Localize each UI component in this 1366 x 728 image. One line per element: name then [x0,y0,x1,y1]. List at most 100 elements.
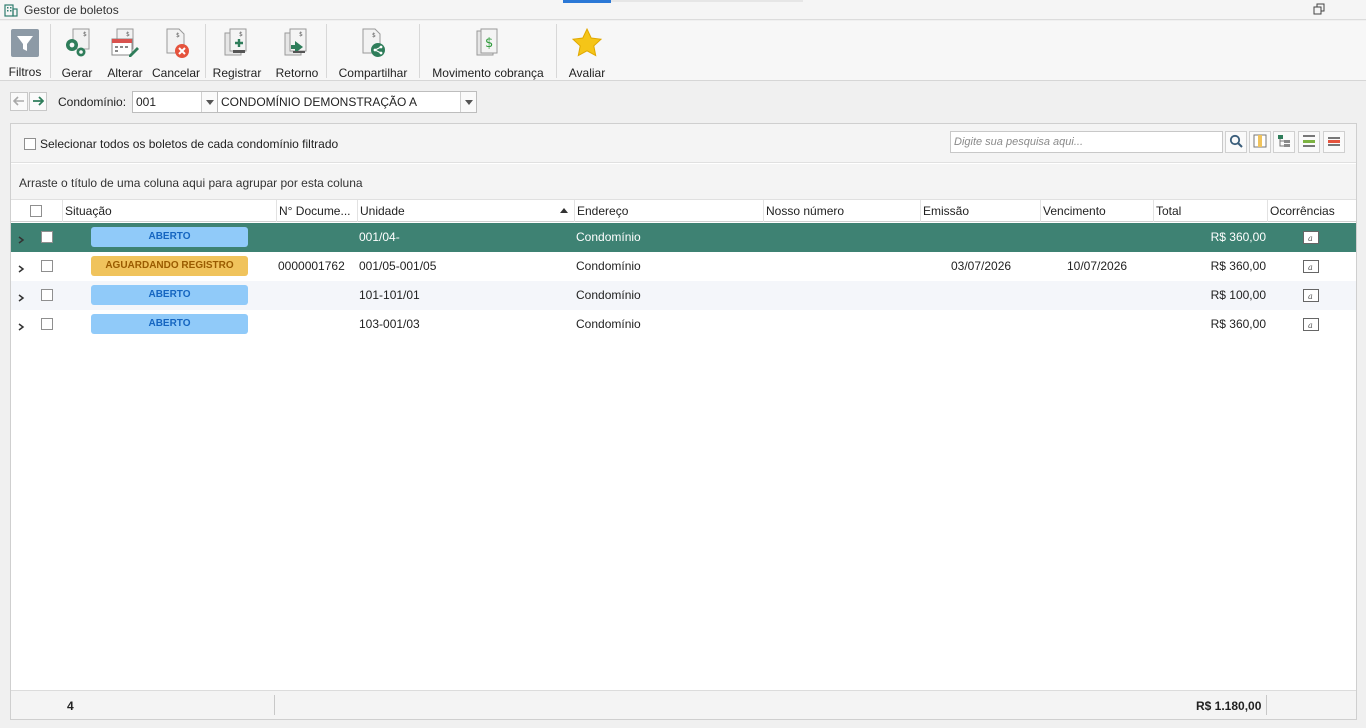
cell-vencimento: 10/07/2026 [1067,259,1128,273]
chevron-down-icon[interactable] [460,92,476,112]
header-situacao[interactable]: Situação [62,200,275,222]
occurrences-icon[interactable]: a [1303,260,1319,273]
cell-endereco: Condomínio [576,288,641,302]
expand-row-icon[interactable] [17,291,25,302]
expand-row-icon[interactable] [17,233,25,244]
cancel-document-icon: $ [160,27,192,59]
money-document-icon: $ [472,27,504,59]
filter-icon [9,27,41,58]
cell-documento: 0000001762 [278,259,345,273]
status-badge: ABERTO [91,227,248,247]
row-checkbox[interactable] [41,231,53,243]
expand-all-button[interactable] [1298,131,1320,153]
table-row[interactable]: AGUARDANDO REGISTRO 0000001762 001/05-00… [11,252,1356,281]
condominio-label: Condomínio: [58,95,127,109]
group-hint-text: Arraste o título de uma coluna aqui para… [19,176,363,190]
header-unidade-label: Unidade [360,204,405,218]
group-by-area[interactable]: Arraste o título de uma coluna aqui para… [11,164,1356,200]
alter-button[interactable]: $ Alterar [103,21,147,80]
svg-text:$: $ [83,31,87,38]
return-button[interactable]: $ Retorno [268,21,326,80]
chevron-down-icon[interactable] [201,92,217,112]
select-all-checkbox[interactable] [30,205,42,217]
condominio-name-value: CONDOMÍNIO DEMONSTRAÇÃO A [221,95,418,109]
group-panel-button[interactable] [1273,131,1295,153]
cell-unidade: 001/05-001/05 [359,259,437,273]
status-badge: AGUARDANDO REGISTRO [91,256,248,276]
header-unidade[interactable]: Unidade [357,200,574,222]
svg-text:$: $ [299,31,303,38]
svg-text:$: $ [126,31,130,38]
cell-total: R$ 360,00 [1210,317,1266,331]
search-icon [1229,134,1243,151]
cell-unidade: 101-101/01 [359,288,420,302]
row-checkbox[interactable] [41,260,53,272]
header-emissao[interactable]: Emissão [920,200,1040,222]
cell-endereco: Condomínio [576,317,641,331]
search-input[interactable]: Digite sua pesquisa aqui... [950,131,1223,153]
row-checkbox[interactable] [41,318,53,330]
condominio-code-combo[interactable]: 001 [132,91,218,113]
condominio-name-combo[interactable]: CONDOMÍNIO DEMONSTRAÇÃO A [217,91,477,113]
register-button[interactable]: $ Registrar [206,21,268,80]
search-button[interactable] [1225,131,1247,153]
occurrences-icon[interactable]: a [1303,289,1319,302]
cell-total: R$ 360,00 [1210,259,1266,273]
generate-button[interactable]: $ Gerar [51,21,103,80]
cell-unidade: 001/04- [359,230,400,244]
register-document-icon: $ [221,27,253,59]
back-button[interactable] [10,92,28,111]
evaluate-button[interactable]: Avaliar [557,21,617,80]
svg-text:a: a [1308,234,1313,243]
header-endereco[interactable]: Endereço [574,200,763,222]
table-row[interactable]: ABERTO 101-101/01 Condomínio R$ 100,00 a [11,281,1356,310]
collapse-rows-icon [1327,134,1341,151]
header-vencimento[interactable]: Vencimento [1040,200,1153,222]
title-bar: Gestor de boletos [0,0,1366,20]
svg-text:a: a [1308,292,1313,301]
cell-unidade: 103-001/03 [359,317,420,331]
arrow-right-icon [32,95,45,109]
filter-row: Condomínio: 001 CONDOMÍNIO DEMONSTRAÇÃO … [0,88,1366,116]
svg-text:a: a [1308,321,1313,330]
forward-button[interactable] [29,92,47,111]
expand-row-icon[interactable] [17,262,25,273]
tree-icon [1277,134,1291,151]
active-tab-indicator [563,0,611,3]
grid-header: Situação N° Docume... Unidade Endereço N… [11,200,1356,222]
filters-button[interactable]: Filtros [0,21,50,79]
table-row[interactable]: ABERTO 001/04- Condomínio R$ 360,00 a [11,223,1356,252]
expand-row-icon[interactable] [17,320,25,331]
header-nosso-numero[interactable]: Nosso número [763,200,920,222]
cancel-button[interactable]: $ Cancelar [147,21,205,80]
status-badge: ABERTO [91,285,248,305]
share-button[interactable]: $ Compartilhar [327,21,419,80]
footer-divider [1266,695,1267,715]
star-icon [571,27,603,59]
condominio-code-value: 001 [136,95,157,109]
select-all-condominium-checkbox[interactable]: Selecionar todos os boletos de cada cond… [24,137,338,151]
calendar-edit-icon: $ [109,27,141,59]
table-row[interactable]: ABERTO 103-001/03 Condomínio R$ 360,00 a [11,310,1356,339]
collapse-all-button[interactable] [1323,131,1345,153]
grid-toolbar: Selecionar todos os boletos de cada cond… [11,124,1356,163]
row-checkbox[interactable] [41,289,53,301]
svg-text:$: $ [485,36,493,51]
column-chooser-button[interactable] [1249,131,1271,153]
header-documento[interactable]: N° Docume... [276,200,357,222]
occurrences-icon[interactable]: a [1303,318,1319,331]
total-sum: R$ 1.180,00 [1196,699,1262,713]
return-document-icon: $ [281,27,313,59]
header-ocorrencias[interactable]: Ocorrências [1267,200,1356,222]
share-icon: $ [357,27,389,59]
gears-icon: $ [61,27,93,59]
checkbox[interactable] [24,138,36,150]
toolbar: Filtros $ Gerar $ Alterar $ Cancelar $ R… [0,21,1366,81]
restore-window-icon[interactable] [1312,2,1328,18]
occurrences-icon[interactable]: a [1303,231,1319,244]
header-total[interactable]: Total [1153,200,1267,222]
svg-text:$: $ [372,32,376,39]
header-select-all[interactable] [11,200,61,222]
columns-icon [1253,134,1267,151]
movimento-cobranca-button[interactable]: $ Movimento cobrança [420,21,556,80]
